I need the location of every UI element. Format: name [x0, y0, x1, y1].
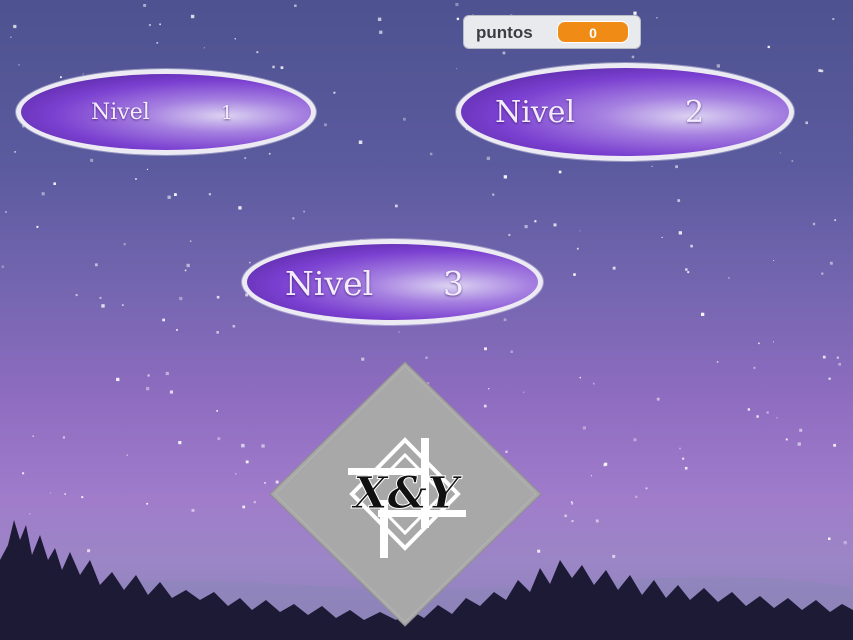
level-1-button[interactable]: Nivel 1 — [16, 69, 316, 155]
score-monitor: puntos 0 — [463, 15, 641, 49]
level-2-number: 2 — [685, 95, 705, 130]
score-value: 0 — [557, 21, 629, 43]
score-label: puntos — [476, 23, 533, 42]
game-stage: puntos 0 Nivel 1 Nivel 2 Nivel 3 X&Y — [0, 0, 853, 640]
level-1-number: 1 — [221, 102, 234, 124]
level-1-label: Nivel — [91, 100, 150, 125]
level-3-label: Nivel — [285, 264, 374, 303]
level-2-label: Nivel — [495, 95, 576, 130]
logo-text: X&Y — [350, 468, 462, 519]
xy-logo-button[interactable]: X&Y — [268, 360, 543, 628]
level-3-button[interactable]: Nivel 3 — [242, 239, 543, 325]
level-3-number: 3 — [443, 264, 464, 303]
level-2-button[interactable]: Nivel 2 — [456, 63, 794, 161]
